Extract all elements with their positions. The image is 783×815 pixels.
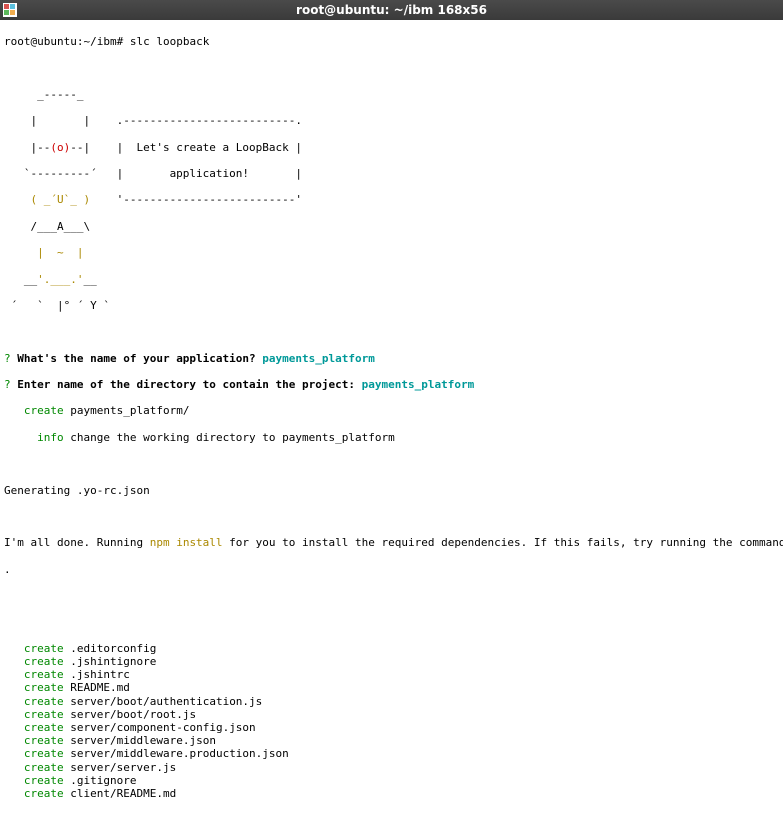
ascii-art-line: _-----_ xyxy=(4,88,779,101)
create-label: create xyxy=(24,721,64,734)
prompt-userhost: root@ubuntu:~/ibm# xyxy=(4,35,123,48)
ascii-art-line: | | .--------------------------. xyxy=(4,114,779,127)
file-name: server/component-config.json xyxy=(64,721,256,734)
create-label: create xyxy=(24,695,64,708)
file-name: README.md xyxy=(64,681,130,694)
ascii-art-line: | ~ | xyxy=(4,246,779,259)
create-file-line: create README.md xyxy=(4,681,779,694)
create-label: create xyxy=(24,774,64,787)
file-name: server/boot/authentication.js xyxy=(64,695,263,708)
create-label: create xyxy=(24,655,64,668)
ascii-art-line: ´ ` |° ´ Y ` xyxy=(4,299,779,312)
create-file-line: create .editorconfig xyxy=(4,642,779,655)
prompt-command: slc loopback xyxy=(130,35,209,48)
file-name: server/server.js xyxy=(64,761,177,774)
terminal-output[interactable]: root@ubuntu:~/ibm# slc loopback _-----_ … xyxy=(0,20,783,815)
create-label: create xyxy=(24,734,64,747)
create-file-line: create .jshintignore xyxy=(4,655,779,668)
ascii-art-line: `---------´ | application! | xyxy=(4,167,779,180)
done-line: . xyxy=(4,563,779,576)
question-line: ? Enter name of the directory to contain… xyxy=(4,378,779,391)
ascii-art-line: |--(o)--| | Let's create a LoopBack | xyxy=(4,141,779,154)
create-file-line: create server/middleware.json xyxy=(4,734,779,747)
window-title: root@ubuntu: ~/ibm 168x56 xyxy=(24,3,783,17)
file-name: .jshintignore xyxy=(64,655,157,668)
create-file-line: create server/boot/root.js xyxy=(4,708,779,721)
create-label: create xyxy=(24,747,64,760)
create-label: create xyxy=(24,787,64,800)
app-icon xyxy=(0,0,20,20)
create-label: create xyxy=(24,761,64,774)
create-file-line: create server/component-config.json xyxy=(4,721,779,734)
create-file-line: create server/middleware.production.json xyxy=(4,747,779,760)
create-file-line: create .gitignore xyxy=(4,774,779,787)
create-file-line: create client/README.md xyxy=(4,787,779,800)
file-name: server/boot/root.js xyxy=(64,708,196,721)
create-label: create xyxy=(24,642,64,655)
create-file-line: create server/boot/authentication.js xyxy=(4,695,779,708)
ascii-art-line: __'.___.'__ xyxy=(4,273,779,286)
file-name: .gitignore xyxy=(64,774,137,787)
create-file-line: create .jshintrc xyxy=(4,668,779,681)
file-name: .editorconfig xyxy=(64,642,157,655)
done-line: I'm all done. Running npm install for yo… xyxy=(4,536,779,549)
info-line: info change the working directory to pay… xyxy=(4,431,779,444)
create-label: create xyxy=(24,708,64,721)
create-label: create xyxy=(24,681,64,694)
file-name: client/README.md xyxy=(64,787,177,800)
create-line: create payments_platform/ xyxy=(4,404,779,417)
ascii-art-line: /___A___\ xyxy=(4,220,779,233)
ascii-art-line: ( _´U`_ ) '--------------------------' xyxy=(4,193,779,206)
create-file-line: create server/server.js xyxy=(4,761,779,774)
file-name: server/middleware.production.json xyxy=(64,747,289,760)
window-titlebar: root@ubuntu: ~/ibm 168x56 xyxy=(0,0,783,20)
file-name: .jshintrc xyxy=(64,668,130,681)
question-line: ? What's the name of your application? p… xyxy=(4,352,779,365)
generating-line: Generating .yo-rc.json xyxy=(4,484,779,497)
file-name: server/middleware.json xyxy=(64,734,216,747)
create-label: create xyxy=(24,668,64,681)
